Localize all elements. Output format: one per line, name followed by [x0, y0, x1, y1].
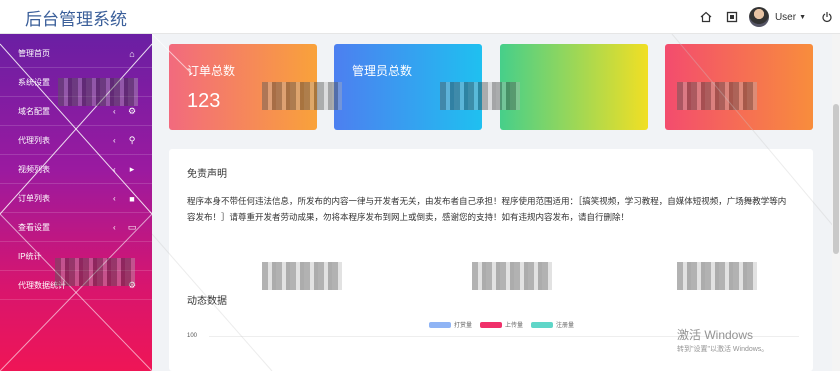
- sidebar-item-label: 系统设置: [18, 78, 50, 87]
- user-label: User: [774, 11, 797, 23]
- y-axis-tick: 100: [187, 333, 198, 339]
- sidebar-item-label: IP统计: [18, 252, 42, 261]
- watermark-blur: [677, 82, 757, 110]
- chevron-left-icon: ‹: [113, 223, 116, 232]
- sidebar-item-home[interactable]: 管理首页 ⌂: [0, 40, 152, 68]
- top-bar: 后台管理系统 User ▼: [0, 0, 840, 34]
- scrollbar-thumb[interactable]: [833, 104, 839, 254]
- watermark-blur: [262, 82, 342, 110]
- monitor-icon: ▭: [127, 222, 137, 232]
- power-icon[interactable]: [814, 0, 840, 34]
- user-menu[interactable]: User ▼: [748, 7, 806, 27]
- play-icon: ▸: [129, 164, 135, 174]
- avatar: [748, 7, 769, 27]
- location-pin-icon: ⚲: [128, 135, 136, 145]
- stat-card-title: 管理员总数: [352, 64, 413, 78]
- caret-down-icon: ▼: [799, 13, 806, 21]
- chart-title: 动态数据: [187, 296, 227, 307]
- top-right-toolbar: User ▼: [693, 0, 840, 34]
- legend-swatch[interactable]: [429, 321, 451, 328]
- home-icon[interactable]: [693, 0, 719, 34]
- sidebar-item-label: 查看设置: [18, 223, 50, 232]
- brand-title[interactable]: 后台管理系统: [0, 0, 152, 34]
- main-content: 订单总数 123 管理员总数 免责声明 程序本身不带任何违法信息，所发布的内容一…: [152, 34, 840, 371]
- sidebar-item-orders[interactable]: 订单列表 ‹ ■: [0, 185, 152, 213]
- chevron-left-icon: ‹: [113, 165, 116, 174]
- sidebar: 管理首页 ⌂ 系统设置 域名配置 ‹ ⚙ 代理列表 ‹ ⚲ 视频列表 ‹ ▸ 订…: [0, 34, 152, 371]
- watermark-blur: [472, 262, 552, 290]
- stat-card-3[interactable]: [500, 44, 648, 130]
- chevron-left-icon: ‹: [113, 107, 116, 116]
- stat-card-title: 订单总数: [187, 64, 236, 78]
- sidebar-item-label: 订单列表: [18, 194, 50, 203]
- watermark-blur: [440, 82, 520, 110]
- watermark-blur: [677, 262, 757, 290]
- watermark-blur: [58, 78, 138, 106]
- home-icon: ⌂: [129, 48, 135, 59]
- sidebar-item-label: 代理列表: [18, 136, 50, 145]
- stat-card-value: 123: [187, 90, 221, 112]
- vertical-scrollbar[interactable]: [832, 34, 840, 371]
- sidebar-item-label: 视频列表: [18, 165, 50, 174]
- watermark-blur: [262, 262, 342, 290]
- legend-label[interactable]: 打赏量: [454, 320, 472, 329]
- legend-label[interactable]: 注册量: [556, 320, 574, 329]
- legend-label[interactable]: 上传量: [505, 320, 523, 329]
- sidebar-item-agents[interactable]: 代理列表 ‹ ⚲: [0, 127, 152, 155]
- chevron-left-icon: ‹: [113, 194, 116, 203]
- gear-icon: ⚙: [127, 106, 137, 116]
- chart-legend: 打赏量 上传量 注册量: [421, 320, 574, 329]
- sidebar-item-label: 管理首页: [18, 49, 50, 58]
- chevron-left-icon: ‹: [113, 136, 116, 145]
- activation-line-1: 激活 Windows: [677, 328, 754, 342]
- windows-activation-watermark: 激活 Windows 转到"设置"以激活 Windows。: [677, 326, 768, 354]
- watermark-blur: [55, 258, 135, 286]
- orders-icon: ■: [129, 193, 135, 204]
- fullscreen-icon[interactable]: [719, 0, 745, 34]
- disclaimer-title: 免责声明: [187, 169, 227, 180]
- sidebar-item-videos[interactable]: 视频列表 ‹ ▸: [0, 156, 152, 184]
- disclaimer-text: 程序本身不带任何违法信息，所发布的内容一律与开发者无关，由发布者自己承担！程序使…: [187, 196, 787, 222]
- legend-swatch[interactable]: [480, 321, 503, 328]
- sidebar-item-label: 域名配置: [18, 107, 50, 116]
- activation-line-2: 转到"设置"以激活 Windows。: [677, 346, 769, 353]
- legend-swatch[interactable]: [531, 321, 554, 328]
- sidebar-item-view-settings[interactable]: 查看设置 ‹ ▭: [0, 214, 152, 242]
